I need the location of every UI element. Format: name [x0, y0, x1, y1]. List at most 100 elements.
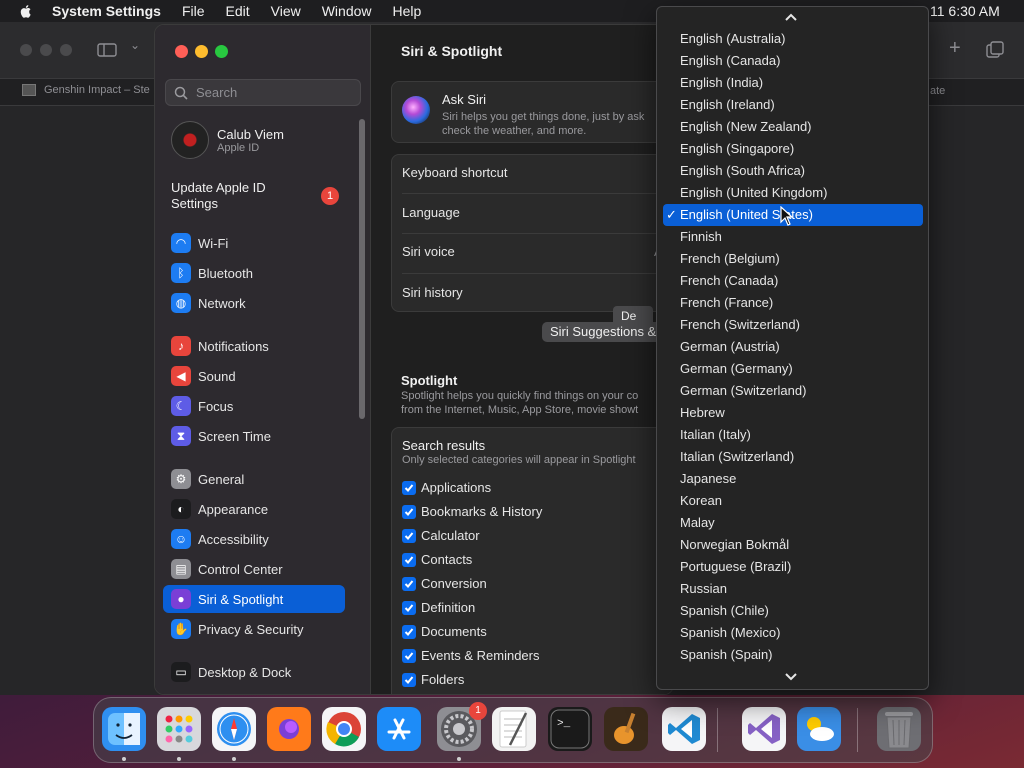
language-option[interactable]: Finnish — [663, 226, 923, 248]
checkbox-checked-icon[interactable] — [402, 528, 416, 543]
sidebar-item-siri-spotlight[interactable]: ● Siri & Spotlight — [163, 585, 345, 613]
sidebar-scrollbar[interactable] — [359, 119, 365, 419]
search-field[interactable] — [165, 79, 361, 106]
sidebar-item-sound[interactable]: ◀ Sound — [163, 362, 345, 390]
language-option[interactable]: Spanish (Spain) — [663, 644, 923, 666]
menu-help[interactable]: Help — [393, 3, 422, 19]
language-option[interactable]: Malay — [663, 512, 923, 534]
sidebar-toggle-icon[interactable] — [97, 43, 117, 57]
checkbox-checked-icon[interactable] — [402, 504, 416, 519]
language-option[interactable]: Spanish (Chile) — [663, 600, 923, 622]
menu-window[interactable]: Window — [322, 3, 372, 19]
browser-minimize-light[interactable] — [40, 44, 52, 56]
checkbox-checked-icon[interactable] — [402, 480, 416, 495]
garageband-icon[interactable] — [604, 707, 648, 751]
terminal-icon[interactable]: >_ — [548, 707, 592, 751]
update-apple-id-settings[interactable]: Update Apple ID Settings — [171, 180, 291, 212]
category-checkbox[interactable]: Bookmarks & History — [402, 504, 542, 519]
safari-icon[interactable] — [212, 707, 256, 751]
language-option[interactable]: English (India) — [663, 72, 923, 94]
scroll-up-chevron-icon[interactable] — [785, 13, 797, 21]
language-option[interactable]: Korean — [663, 490, 923, 512]
textedit-icon[interactable] — [492, 707, 536, 751]
trash-icon[interactable] — [877, 707, 921, 751]
zoom-button[interactable] — [215, 45, 228, 58]
sidebar-item-privacy-security[interactable]: ✋ Privacy & Security — [163, 615, 345, 643]
language-option[interactable]: English (Ireland) — [663, 94, 923, 116]
menu-view[interactable]: View — [271, 3, 301, 19]
firefox-icon[interactable] — [267, 707, 311, 751]
language-option[interactable]: German (Austria) — [663, 336, 923, 358]
language-option[interactable]: French (Switzerland) — [663, 314, 923, 336]
search-input[interactable] — [196, 85, 346, 100]
language-option[interactable]: English (South Africa) — [663, 160, 923, 182]
launchpad-icon[interactable] — [157, 707, 201, 751]
new-tab-icon[interactable]: + — [949, 37, 961, 60]
sidebar-item-network[interactable]: ◍ Network — [163, 289, 345, 317]
language-option[interactable]: Portuguese (Brazil) — [663, 556, 923, 578]
sidebar-item-screen-time[interactable]: ⧗ Screen Time — [163, 422, 345, 450]
finder-icon[interactable] — [102, 707, 146, 751]
sidebar-item-accessibility[interactable]: ☺ Accessibility — [163, 525, 345, 553]
checkbox-checked-icon[interactable] — [402, 648, 416, 663]
sidebar-item-bluetooth[interactable]: ᛒ Bluetooth — [163, 259, 345, 287]
sidebar-item-wi-fi[interactable]: ◠ Wi-Fi — [163, 229, 345, 257]
vscode-icon[interactable] — [662, 707, 706, 751]
close-button[interactable] — [175, 45, 188, 58]
language-option[interactable]: English (United Kingdom) — [663, 182, 923, 204]
browser-zoom-light[interactable] — [60, 44, 72, 56]
chrome-icon[interactable] — [322, 707, 366, 751]
language-option[interactable]: Spanish (Mexico) — [663, 622, 923, 644]
menu-file[interactable]: File — [182, 3, 205, 19]
category-checkbox[interactable]: Events & Reminders — [402, 648, 540, 663]
language-option[interactable]: German (Switzerland) — [663, 380, 923, 402]
sidebar-item-appearance[interactable]: ◐ Appearance — [163, 495, 345, 523]
siri-suggestions-button[interactable]: Siri Suggestions & — [542, 322, 662, 342]
language-option[interactable]: French (Canada) — [663, 270, 923, 292]
language-option[interactable]: Norwegian Bokmål — [663, 534, 923, 556]
category-checkbox[interactable]: Applications — [402, 480, 491, 495]
sidebar-item-general[interactable]: ⚙ General — [163, 465, 345, 493]
language-option[interactable]: Japanese — [663, 468, 923, 490]
checkbox-checked-icon[interactable] — [402, 672, 416, 687]
category-checkbox[interactable]: Calculator — [402, 528, 480, 543]
app-store-icon[interactable] — [377, 707, 421, 751]
menu-clock[interactable]: 11 6:30 AM — [930, 3, 1000, 19]
language-option[interactable]: French (France) — [663, 292, 923, 314]
language-option[interactable]: English (New Zealand) — [663, 116, 923, 138]
browser-close-light[interactable] — [20, 44, 32, 56]
minimize-button[interactable] — [195, 45, 208, 58]
apple-menu-icon[interactable] — [18, 3, 34, 19]
menu-edit[interactable]: Edit — [226, 3, 250, 19]
language-option[interactable]: French (Belgium) — [663, 248, 923, 270]
browser-tab-title-right[interactable]: ate — [930, 85, 945, 97]
checkbox-checked-icon[interactable] — [402, 600, 416, 615]
language-option[interactable]: German (Germany) — [663, 358, 923, 380]
language-option[interactable]: English (Canada) — [663, 50, 923, 72]
category-checkbox[interactable]: Conversion — [402, 576, 487, 591]
language-option[interactable]: Hebrew — [663, 402, 923, 424]
visual-studio-icon[interactable] — [742, 707, 786, 751]
language-option[interactable]: Italian (Switzerland) — [663, 446, 923, 468]
chevron-down-icon[interactable]: ⌄ — [130, 38, 140, 52]
category-checkbox[interactable]: Definition — [402, 600, 475, 615]
language-option[interactable]: English (Australia) — [663, 28, 923, 50]
apple-id-account[interactable]: Calub Viem Apple ID — [171, 121, 284, 159]
tab-overview-icon[interactable] — [986, 41, 1004, 59]
sidebar-item-desktop-dock[interactable]: ▭ Desktop & Dock — [163, 658, 345, 686]
sidebar-item-focus[interactable]: ☾ Focus — [163, 392, 345, 420]
category-checkbox[interactable]: Contacts — [402, 552, 472, 567]
language-dropdown-menu[interactable]: English (Australia) English (Canada) Engli… — [656, 6, 929, 690]
checkbox-checked-icon[interactable] — [402, 624, 416, 639]
sidebar-item-control-center[interactable]: ▤ Control Center — [163, 555, 345, 583]
checkbox-checked-icon[interactable] — [402, 552, 416, 567]
checkbox-checked-icon[interactable] — [402, 576, 416, 591]
category-checkbox[interactable]: Documents — [402, 624, 487, 639]
scroll-down-chevron-icon[interactable] — [785, 673, 797, 681]
weather-icon[interactable] — [797, 707, 841, 751]
category-checkbox[interactable]: Folders — [402, 672, 464, 687]
browser-tab[interactable]: Genshin Impact – Ste — [22, 84, 150, 96]
menu-app-name[interactable]: System Settings — [52, 3, 161, 19]
language-option[interactable]: Italian (Italy) — [663, 424, 923, 446]
sidebar-item-notifications[interactable]: ♪ Notifications — [163, 332, 345, 360]
